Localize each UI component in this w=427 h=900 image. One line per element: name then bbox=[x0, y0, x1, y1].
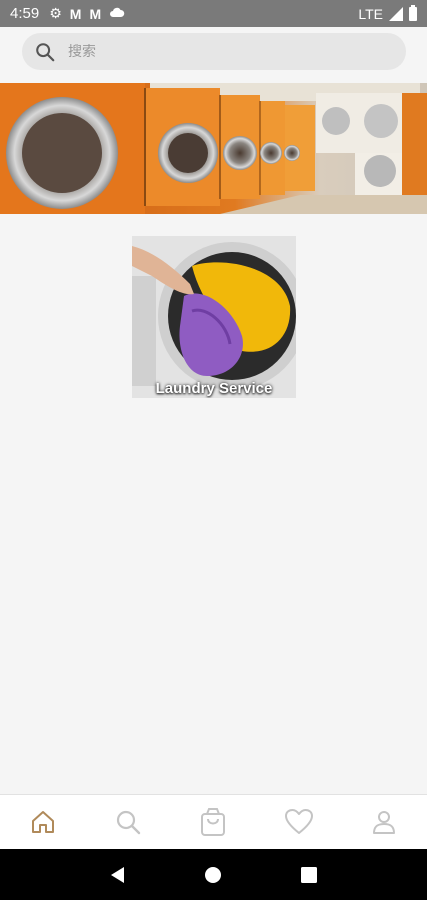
nav-profile[interactable] bbox=[364, 802, 404, 842]
gmail-icon: M bbox=[89, 5, 102, 22]
home-icon bbox=[31, 811, 54, 833]
gmail-icon: M bbox=[69, 5, 82, 22]
heart-icon bbox=[284, 809, 313, 834]
nav-favorites[interactable] bbox=[279, 802, 319, 842]
banner-image[interactable] bbox=[0, 83, 427, 214]
signal-icon bbox=[389, 6, 403, 21]
status-time: 4:59 bbox=[10, 5, 40, 22]
search-header bbox=[0, 27, 427, 80]
bottom-nav bbox=[0, 794, 427, 849]
settings-icon: ⚙ bbox=[49, 5, 62, 21]
search-input[interactable] bbox=[68, 43, 368, 60]
battery-icon bbox=[409, 4, 417, 21]
laundry-clothes-image bbox=[132, 236, 296, 398]
nav-search[interactable] bbox=[108, 802, 148, 842]
network-type: LTE bbox=[358, 5, 383, 22]
search-icon bbox=[116, 810, 141, 835]
status-bar: 4:59 ⚙ M M LTE bbox=[0, 0, 427, 27]
category-tile-laundry-service[interactable]: Laundry Service bbox=[132, 236, 296, 398]
user-icon bbox=[373, 811, 396, 834]
category-label: Laundry Service bbox=[155, 380, 273, 397]
nav-cart[interactable] bbox=[193, 802, 233, 842]
back-icon[interactable] bbox=[108, 865, 128, 885]
search-icon bbox=[36, 42, 55, 61]
laundromat-image bbox=[0, 83, 427, 214]
nav-home[interactable] bbox=[23, 802, 63, 842]
shopping-bag-icon bbox=[201, 808, 226, 836]
home-circle-icon[interactable] bbox=[203, 865, 223, 885]
cloud-icon bbox=[109, 5, 125, 22]
search-bar[interactable] bbox=[22, 33, 406, 70]
recents-icon[interactable] bbox=[299, 865, 319, 885]
system-nav-bar bbox=[0, 849, 427, 900]
